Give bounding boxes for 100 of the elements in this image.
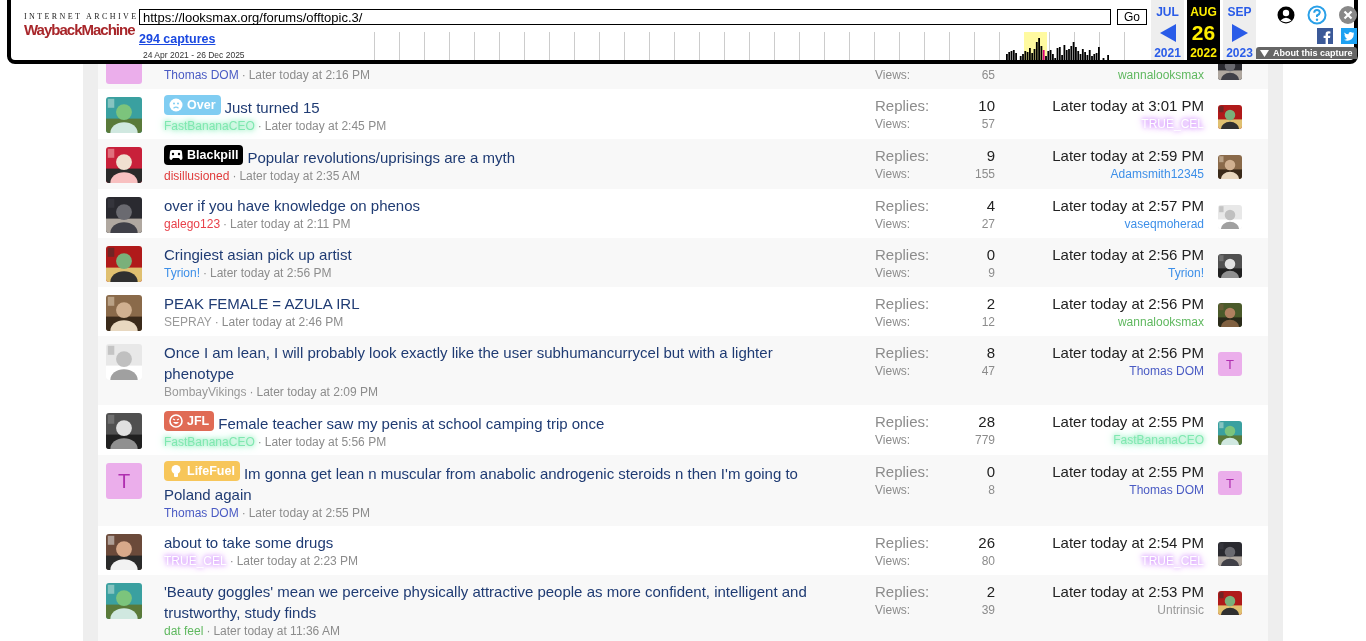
views-count: 39 [981,602,995,618]
username-link[interactable]: Tyrion! [1168,266,1204,280]
gamepad-icon [169,148,183,162]
thread-title-link[interactable]: about to take some drugs [164,532,844,553]
post-time: Later today at 2:16 PM [248,68,371,82]
thread-title-link[interactable]: Blackpill Popular revolutions/uprisings are a myth [164,145,844,168]
thread-prefix-label[interactable]: JFL [164,411,215,431]
last-post-time[interactable]: Later today at 2:55 PM [1052,413,1204,430]
replies-count: 4 [986,196,995,216]
username-link[interactable]: TRUE_CEL [1141,117,1204,131]
separator-dot: · [229,554,234,568]
separator-dot: · [257,435,262,449]
go-button[interactable]: Go [1117,9,1147,25]
post-time: Later today at 5:56 PM [264,435,387,449]
previous-arrow-icon[interactable] [1159,23,1176,42]
thread-prefix-label[interactable]: Blackpill [164,145,244,165]
about-capture-button[interactable]: About this capture [1256,47,1357,59]
wayback-logo[interactable]: WaybackMachine [24,21,135,39]
help-icon[interactable] [1306,5,1327,25]
next-arrow-icon[interactable] [1231,23,1248,42]
replies-count: 9 [986,146,995,166]
username-link[interactable]: TRUE_CEL [1141,554,1204,568]
thread-title-link[interactable]: Once I am lean, I will probably look exactly like the user subhumancurrycel but with a lighter phenotype [164,342,844,384]
views-label: Views: [875,216,911,232]
close-icon[interactable] [1338,6,1357,24]
views-label: Views: [875,363,911,379]
replies-label: Replies: [875,582,930,602]
calendar-month[interactable]: JUL 2021 [1151,0,1184,60]
logo-caption: INTERNET ARCHIVE [24,12,139,21]
thread-title-link[interactable]: Cringiest asian pick up artist [164,244,844,265]
post-time: Later today at 2:09 PM [256,385,378,399]
last-post-time[interactable]: Later today at 2:56 PM [1052,246,1204,263]
separator-dot: · [249,385,254,399]
post-time: Later today at 2:45 PM [264,119,387,133]
calendar-month[interactable]: SEP 2023 [1223,0,1256,60]
thread-title-link[interactable]: 'Beauty goggles' mean we perceive physically attractive people as more confident, intelligent and trustworthy, study finds [164,581,844,623]
post-time: Later today at 2:23 PM [236,554,359,568]
separator-dot: · [232,169,237,183]
username-link[interactable]: Adamsmith12345 [1110,167,1204,181]
avatar: T [1218,352,1242,376]
username-link[interactable]: vaseqmoherad [1124,217,1204,231]
captures-link[interactable]: 294 captures [139,32,374,46]
username-link[interactable]: Thomas DOM [164,506,239,520]
last-post-time[interactable]: Later today at 2:56 PM [1052,344,1204,361]
views-count: 27 [981,216,995,232]
username-link[interactable]: TRUE_CEL [164,554,227,568]
thread-title-link[interactable]: over if you have knowledge on phenos [164,195,844,216]
replies-label: Replies: [875,294,930,314]
replies-count: 0 [986,245,995,265]
lightbulb-icon [169,464,183,478]
replies-count: 8 [986,343,995,363]
replies-label: Replies: [875,343,930,363]
views-label: Views: [875,553,911,569]
replies-label: Replies: [875,412,930,432]
username-link[interactable]: Thomas DOM [1129,483,1204,497]
last-post-time[interactable]: Later today at 2:57 PM [1052,197,1204,214]
facebook-icon[interactable] [1316,28,1333,44]
separator-dot: · [203,266,207,280]
last-post-time[interactable]: Later today at 2:53 PM [1052,583,1204,600]
separator-dot: · [223,217,228,231]
separator-dot: · [206,624,211,638]
username-link[interactable]: disillusioned [164,169,230,183]
username-link[interactable]: galego123 [164,217,221,231]
last-post-time[interactable]: Later today at 2:56 PM [1052,295,1204,312]
views-count: 80 [981,553,995,569]
avatar: T [1218,471,1242,495]
url-field[interactable]: https://looksmax.org/forums/offtopic.3/ [139,9,1111,25]
views-label: Views: [875,67,911,83]
thread-title-link[interactable]: Over Just turned 15 [164,95,844,118]
avatar: T [106,463,142,499]
views-label: Views: [875,432,911,448]
replies-label: Replies: [875,533,930,553]
replies-label: Replies: [875,196,930,216]
replies-count: 0 [986,462,995,482]
calendar-month[interactable]: AUG 26 2022 [1187,0,1220,60]
username-link[interactable]: Tyrion! [164,266,200,280]
post-time: Later today at 2:55 PM [248,506,371,520]
last-post-time[interactable]: Later today at 2:55 PM [1052,463,1204,480]
replies-count: 2 [986,582,995,602]
thread-title-link[interactable]: LifeFuel Im gonna get lean n muscular from anabolic androgenic steroids n then I'm going to Poland again [164,461,844,505]
replies-label: Replies: [875,245,930,265]
views-label: Views: [875,116,911,132]
views-label: Views: [875,602,911,618]
last-post-time[interactable]: Later today at 3:01 PM [1052,97,1204,114]
separator-dot: · [241,506,246,520]
thread-title-link[interactable]: PEAK FEMALE = AZULA IRL [164,293,844,314]
views-count: 9 [988,265,995,281]
username-link[interactable]: Thomas DOM [1129,364,1204,378]
username-link[interactable]: Thomas DOM [164,68,239,82]
views-label: Views: [875,265,911,281]
thread-title-link[interactable]: JFL Female teacher saw my penis at school camping trip once [164,411,844,434]
views-count: 12 [981,314,995,330]
last-post-time[interactable]: Later today at 2:54 PM [1052,534,1204,551]
replies-count: 10 [978,96,995,116]
last-post-time[interactable]: Later today at 2:59 PM [1052,147,1204,164]
replies-count: 2 [986,294,995,314]
views-label: Views: [875,166,911,182]
views-count: 155 [974,166,995,182]
user-icon[interactable] [1276,6,1295,24]
replies-count: 26 [978,533,995,553]
